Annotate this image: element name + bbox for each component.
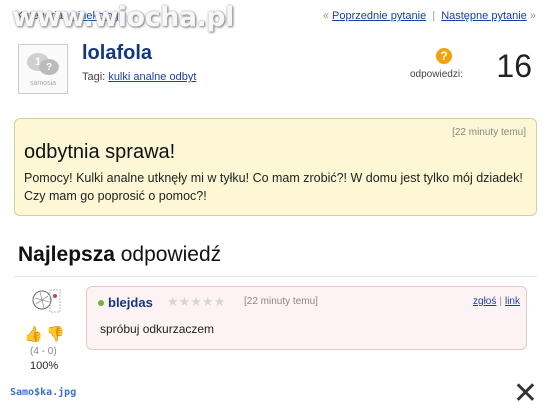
watermark: www.wiocha.pl	[12, 2, 234, 33]
divider	[14, 276, 537, 277]
thumb-up-icon[interactable]: 👍	[24, 326, 43, 344]
report-link[interactable]: zgłoś	[473, 296, 496, 307]
question-title: odbytnia sprawa!	[24, 141, 176, 163]
image-filename: Samo$ka.jpg	[10, 387, 77, 398]
answer-links: zgłoś | link	[473, 296, 520, 307]
vote-percent: 100%	[30, 360, 59, 372]
prev-question-link[interactable]: Poprzednie pytanie	[332, 10, 426, 22]
answers-count: 16	[496, 48, 532, 84]
question-bubble: [22 minuty temu] odbytnia sprawa! Pomocy…	[14, 118, 537, 216]
permalink-link[interactable]: link	[505, 296, 520, 307]
next-question-link[interactable]: Następne pytanie	[441, 10, 527, 22]
question-time: [22 minuty temu]	[452, 127, 526, 138]
best-heading-bold: Najlepsza	[18, 243, 115, 266]
question-nav: « Poprzednie pytanie | Następne pytanie …	[323, 10, 536, 22]
avatar-bubble-icon-2: ?	[39, 59, 59, 75]
answer-bubble: blejdas ★★★★★ [22 minuty temu] zgłoś | lin…	[86, 286, 527, 350]
question-body: Pomocy! Kulki analne utknęły mi w tyłku!…	[24, 171, 523, 203]
close-icon[interactable]: ✕	[513, 379, 538, 409]
answer-text: spróbuj odkurzaczem	[100, 322, 215, 336]
vote-counts: (4 - 0)	[30, 346, 57, 357]
online-status-icon	[98, 300, 104, 306]
next-marker: »	[529, 10, 536, 22]
link-separator: |	[499, 296, 502, 307]
vote-thumbs: 👍 👎	[24, 326, 68, 344]
answer-author[interactable]: blejdas	[108, 295, 153, 310]
question-mark-icon: ?	[436, 48, 452, 64]
thumb-down-icon[interactable]: 👎	[46, 326, 65, 344]
sketch-avatar-icon	[32, 289, 61, 313]
tags-link[interactable]: kulki analne odbyt	[108, 71, 196, 83]
answerer-avatar[interactable]	[26, 286, 66, 316]
tags: Tagi: kulki analne odbyt	[82, 71, 196, 83]
asker-avatar[interactable]: 1 ? samosia	[18, 44, 68, 94]
tags-label: Tagi:	[82, 71, 106, 83]
answers-label: odpowiedzi:	[410, 69, 463, 80]
answer-time: [22 minuty temu]	[244, 296, 318, 307]
best-answer-heading: Najlepsza odpowiedź	[18, 243, 221, 267]
avatar-text: samosia	[29, 80, 57, 87]
prev-marker: «	[322, 10, 329, 22]
rating-stars-icon: ★★★★★	[167, 294, 226, 309]
best-heading-rest: odpowiedź	[114, 243, 222, 266]
avatar-logo: 1 ? samosia	[25, 51, 61, 87]
asker-name[interactable]: lolafola	[82, 42, 152, 65]
nav-separator: |	[432, 10, 436, 22]
answers-counter: ? odpowiedzi: 16	[402, 44, 532, 84]
